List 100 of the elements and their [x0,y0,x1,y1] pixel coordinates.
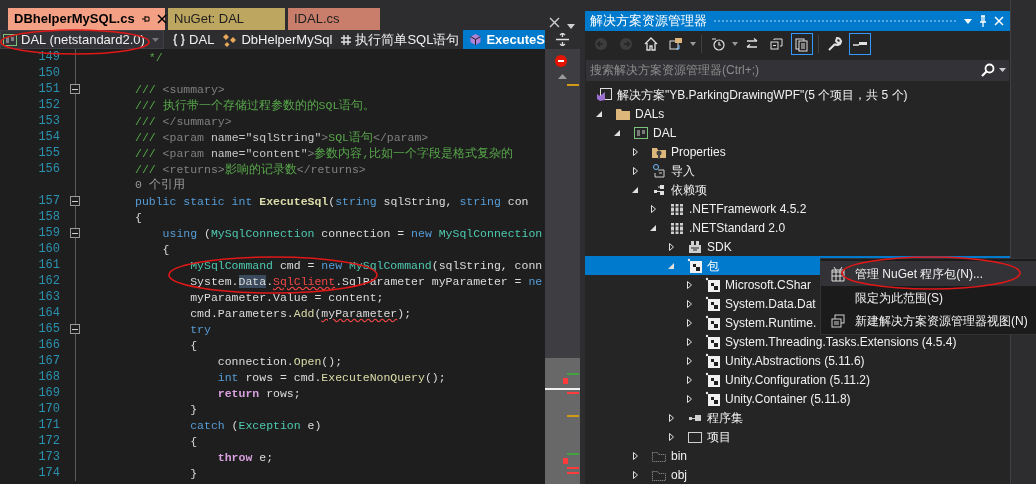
project-dropdown[interactable]: DAL (netstandard2.0) [0,30,165,49]
line-number: 169 [37,385,60,402]
line-number: 154 [37,129,60,146]
fold-toggle[interactable] [70,84,80,94]
tree-item[interactable]: 依赖项 [585,180,1010,199]
tree-item[interactable]: Properties [585,142,1010,161]
navigation-dropdown[interactable]: ExecuteS [463,30,545,49]
line-number: 151 [37,81,60,98]
dropdown-caret-icon[interactable] [732,42,738,46]
tree-item[interactable]: DALs [585,104,1010,123]
package-icon [687,257,703,274]
package-icon [705,295,721,312]
braces-icon [172,32,187,47]
error-marker [567,392,579,394]
error-marker [563,378,568,384]
code-line: { [161,241,170,257]
reference-count[interactable]: 0 个引用 [135,176,185,194]
toolbar-button[interactable] [791,33,813,55]
package-icon [705,276,721,293]
fold-toggle[interactable] [70,228,80,238]
line-number: 165 [37,321,60,338]
package-icon [705,314,721,331]
warning-marker [567,415,579,417]
tree-item[interactable]: DAL [585,123,1010,142]
close-icon[interactable] [156,14,167,24]
line-number: 158 [37,209,60,226]
editor-tab[interactable]: DBhelperMySQL.cs [8,8,165,30]
navigation-dropdown[interactable]: DbHelperMySql [222,30,333,49]
tree-item[interactable]: Unity.Abstractions (5.11.6) [585,351,1010,370]
code-line: { [189,337,198,353]
cube-icon [469,33,483,46]
tree-item[interactable]: obj [585,465,1010,484]
scrollbar-thumb[interactable] [545,358,580,484]
code-line: /// 执行带一个存储过程参数的的SQL语句。 [135,97,376,113]
clock-icon [710,36,726,52]
change-marker [567,453,579,455]
tree-item[interactable]: Unity.Container (5.11.8) [585,389,1010,408]
search-button[interactable] [981,59,1009,81]
search-field[interactable]: 搜索解决方案资源管理器(Ctrl+;) [586,59,981,81]
project-file-icon [633,124,649,141]
line-number: 157 [37,193,60,210]
tree-item[interactable]: .NETFramework 4.5.2 [585,199,1010,218]
tree-item[interactable]: .NETStandard 2.0 [585,218,1010,237]
project-file-icon [2,31,18,48]
fold-toggle[interactable] [70,324,80,334]
code-line: throw e; [216,449,274,465]
package-icon [705,333,721,350]
code-line: /// <returns>影响的记录数</returns> [135,161,366,177]
dropdown-caret-icon[interactable] [690,42,696,46]
package-icon [705,371,721,388]
code-line: } [189,401,198,417]
change-marker [567,373,579,375]
menu-item[interactable]: 新建解决方案资源管理器视图(N) [821,309,1036,332]
navigation-dropdown[interactable]: 执行简单SQL语句 [340,30,460,49]
code-line: { [189,433,198,449]
tree-item[interactable]: SDK [585,237,1010,256]
tree-item[interactable]: Unity.Configuration (5.11.2) [585,370,1010,389]
line-number: 162 [37,273,60,290]
menu-item[interactable]: 管理 NuGet 程序包(N)... [821,261,1036,286]
line-number: 150 [37,65,60,82]
toolbar-button[interactable] [849,33,871,55]
line-number: 153 [37,113,60,130]
error-icon [555,55,567,67]
editor-tab[interactable]: IDAL.cs [288,8,380,30]
code-line: } [189,465,198,481]
split-icon[interactable] [556,33,569,46]
code-line: connection.Open(); [216,353,343,369]
dropdown-caret-icon[interactable] [964,18,972,24]
home-icon [643,36,659,52]
line-number: 161 [37,257,60,274]
import-icon [651,162,667,179]
line-number: 172 [37,433,60,450]
error-marker [567,467,579,469]
hash-icon [340,33,353,46]
line-number: 155 [37,145,60,162]
warning-marker [567,84,579,86]
tree-item[interactable]: 导入 [585,161,1010,180]
code-line: myParameter.Value = content; [189,289,384,305]
tree-item[interactable]: bin [585,446,1010,465]
pin-icon[interactable] [140,14,151,24]
menu-item[interactable]: 限定为此范围(S) [821,286,1036,309]
collapse-icon [769,36,785,52]
code-line: { [135,209,142,225]
line-number: 164 [37,305,60,322]
fold-toggle[interactable] [70,196,80,206]
code-line: /// <param name="sqlString">SQL语句</param> [135,129,429,145]
back-icon [593,36,609,52]
line-number: 159 [37,225,60,242]
code-line: catch (Exception e) [189,417,322,433]
tree-item[interactable]: System.Threading.Tasks.Extensions (4.5.4) [585,332,1010,351]
scroll-up-icon[interactable] [558,74,567,79]
tree-item[interactable]: 程序集 [585,408,1010,427]
tree-item[interactable]: 项目 [585,427,1010,446]
code-line: int rows = cmd.ExecuteNonQuery(); [216,369,446,385]
editor-tab[interactable]: NuGet: DAL [168,8,285,30]
solution-icon [596,86,612,103]
navigation-dropdown[interactable]: DAL [172,30,215,49]
dropdown-caret-icon [999,68,1006,73]
tree-item[interactable]: 解决方案"YB.ParkingDrawingWPF"(5 个项目，共 5 个) [585,85,1010,104]
package-icon [705,352,721,369]
